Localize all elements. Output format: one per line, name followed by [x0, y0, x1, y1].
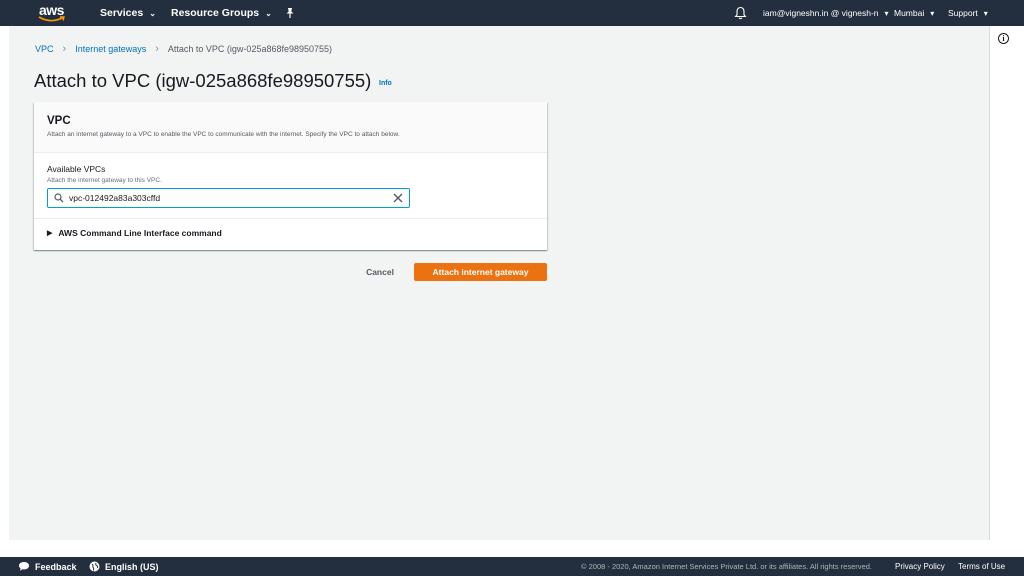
notifications-bell-icon[interactable] — [734, 6, 747, 20]
breadcrumb: VPC › Internet gateways › Attach to VPC … — [35, 43, 332, 55]
globe-icon — [89, 561, 100, 572]
cancel-button[interactable]: Cancel — [355, 263, 405, 281]
account-label: iam@vigneshn.in @ vignesh-n — [763, 8, 879, 18]
caret-right-icon: ▶ — [47, 230, 53, 237]
available-vpcs-label: Available VPCs — [47, 164, 106, 174]
cli-command-label: AWS Command Line Interface command — [58, 228, 222, 238]
panel-description: Attach an internet gateway to a VPC to e… — [47, 131, 400, 138]
chevron-down-icon: ▾ — [930, 8, 935, 18]
chevron-right-icon: › — [155, 43, 159, 55]
chevron-right-icon: › — [62, 43, 67, 55]
attach-internet-gateway-button[interactable]: Attach internet gateway — [414, 263, 547, 281]
page-title: Attach to VPC (igw-025a868fe98950755) — [34, 70, 372, 91]
region-label: Mumbai — [894, 8, 925, 18]
resource-groups-menu[interactable]: Resource Groups ⌄ — [171, 0, 272, 26]
support-menu[interactable]: Support ▾ — [948, 0, 988, 26]
breadcrumb-vpc[interactable]: VPC — [35, 44, 54, 54]
info-icon[interactable]: i — [998, 33, 1009, 44]
panel-title: VPC — [47, 115, 71, 127]
support-label: Support — [948, 8, 978, 18]
terms-of-use-link[interactable]: Terms of Use — [958, 557, 1005, 576]
available-vpcs-description: Attach the internet gateway to this VPC. — [47, 177, 162, 184]
clear-icon[interactable] — [392, 192, 404, 204]
cli-command-expander[interactable]: ▶ AWS Command Line Interface command — [47, 228, 222, 238]
copyright-text: © 2008 - 2020, Amazon Internet Services … — [581, 562, 872, 571]
vpc-search-input[interactable] — [69, 191, 369, 205]
panel-header: VPC Attach an internet gateway to a VPC … — [34, 102, 547, 153]
services-menu[interactable]: Services ⌄ — [100, 0, 156, 26]
resource-groups-label: Resource Groups — [171, 7, 260, 19]
footer-bar: Feedback English (US) © 2008 - 2020, Ama… — [0, 557, 1024, 576]
search-icon — [54, 193, 64, 203]
help-panel-rail: i — [989, 26, 1024, 540]
account-menu[interactable]: iam@vigneshn.in @ vignesh-n ▾ — [763, 0, 889, 26]
chevron-down-icon: ▾ — [884, 8, 889, 18]
chevron-down-icon: ⌄ — [149, 8, 156, 18]
chevron-down-icon: ⌄ — [265, 8, 272, 18]
feedback-label: Feedback — [35, 561, 77, 572]
pin-icon[interactable] — [284, 7, 296, 19]
aws-logo[interactable]: aws — [36, 1, 70, 25]
vpc-search-field[interactable] — [47, 188, 410, 208]
feedback-button[interactable]: Feedback — [18, 557, 77, 576]
top-navigation-bar: aws Services ⌄ Resource Groups ⌄ iam@vig… — [0, 0, 1024, 26]
feedback-bubble-icon — [19, 562, 29, 571]
language-selector[interactable]: English (US) — [89, 557, 159, 576]
language-label: English (US) — [105, 561, 159, 572]
privacy-policy-link[interactable]: Privacy Policy — [895, 557, 945, 576]
panel-divider — [34, 218, 547, 219]
services-label: Services — [100, 7, 144, 19]
chevron-down-icon: ▾ — [983, 8, 988, 18]
breadcrumb-internet-gateways[interactable]: Internet gateways — [75, 44, 146, 54]
vpc-container-panel: VPC Attach an internet gateway to a VPC … — [34, 102, 547, 250]
footer-spacer — [0, 540, 1024, 557]
aws-smile-icon — [38, 16, 65, 22]
region-menu[interactable]: Mumbai ▾ — [894, 0, 934, 26]
breadcrumb-current: Attach to VPC (igw-025a868fe98950755) — [167, 44, 333, 54]
info-link[interactable]: Info — [379, 80, 392, 87]
